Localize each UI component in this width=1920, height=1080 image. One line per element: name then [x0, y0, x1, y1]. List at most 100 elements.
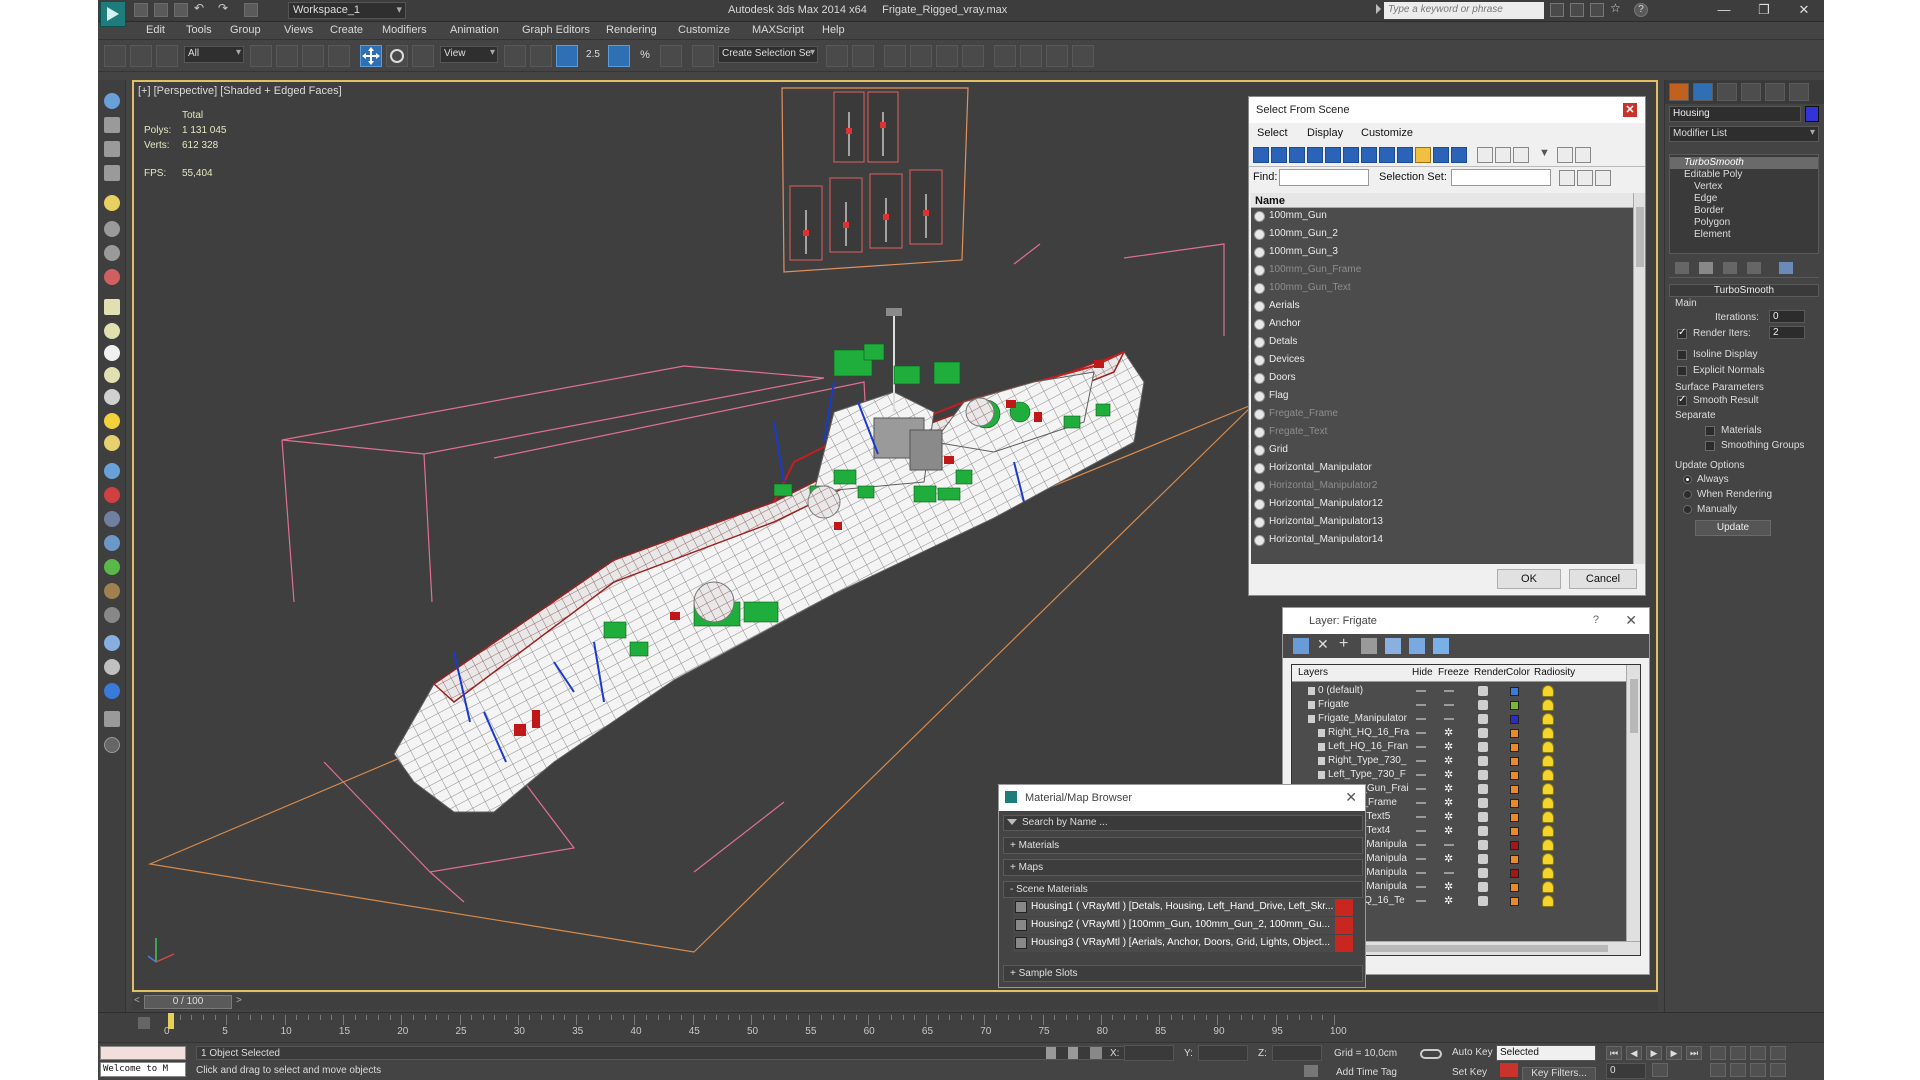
- modify-tab-icon[interactable]: [1693, 83, 1713, 101]
- layer-color-swatch[interactable]: [1510, 701, 1519, 710]
- freeze-toggle[interactable]: ✲: [1444, 824, 1453, 837]
- window-crossing-icon[interactable]: [328, 45, 350, 67]
- modifier-stack-item[interactable]: Border: [1670, 205, 1818, 217]
- y-coord-field[interactable]: [1198, 1045, 1248, 1061]
- show-end-result-icon[interactable]: [1699, 262, 1713, 274]
- cancel-button[interactable]: Cancel: [1569, 569, 1637, 589]
- object-name-input[interactable]: Housing: [1669, 106, 1801, 122]
- align-icon[interactable]: [852, 45, 874, 67]
- update-button[interactable]: Update: [1695, 520, 1771, 536]
- filter-bones-icon[interactable]: [1397, 147, 1413, 163]
- find-input[interactable]: [1279, 169, 1369, 186]
- select-and-move-icon[interactable]: [360, 45, 382, 67]
- select-and-rotate-icon[interactable]: [386, 45, 408, 67]
- spacewarp-icon[interactable]: [101, 266, 123, 288]
- hide-toggle[interactable]: [1416, 690, 1426, 692]
- freeze-toggle[interactable]: ✲: [1444, 796, 1453, 809]
- time-configuration-icon[interactable]: [1652, 1063, 1668, 1077]
- snaps-toggle-icon[interactable]: 2.5: [582, 45, 604, 67]
- list-item[interactable]: Detals: [1251, 334, 1633, 352]
- utilities-tab-icon[interactable]: [1789, 83, 1809, 101]
- current-frame-field[interactable]: 0: [1606, 1063, 1646, 1079]
- list-item[interactable]: Horizontal_Manipulator13: [1251, 514, 1633, 532]
- radiosity-icon[interactable]: [1542, 881, 1554, 893]
- trackbar-filter-icon[interactable]: [138, 1017, 150, 1029]
- modifier-stack-item[interactable]: TurboSmooth: [1670, 157, 1818, 169]
- previous-frame-icon[interactable]: ◀: [1626, 1046, 1642, 1060]
- graphite-tool-icon[interactable]: [101, 90, 123, 112]
- freeze-toggle[interactable]: [1444, 690, 1454, 692]
- freeze-toggle[interactable]: ✲: [1444, 768, 1453, 781]
- layer-color-swatch[interactable]: [1510, 813, 1519, 822]
- freeze-toggle[interactable]: ✲: [1444, 726, 1453, 739]
- redo-icon[interactable]: ↷: [218, 1, 232, 15]
- render-teapot-icon[interactable]: [1478, 714, 1488, 724]
- x-coord-field[interactable]: [1124, 1045, 1174, 1061]
- hide-toggle[interactable]: [1416, 760, 1426, 762]
- menu-animation[interactable]: Animation: [450, 24, 499, 36]
- sfs-options-icon[interactable]: [1575, 147, 1591, 163]
- layer-color-swatch[interactable]: [1510, 743, 1519, 752]
- freeze-toggle[interactable]: ✲: [1444, 880, 1453, 893]
- vray-sphere-icon[interactable]: [101, 632, 123, 654]
- zoom-all-icon[interactable]: [1730, 1046, 1746, 1060]
- menu-create[interactable]: Create: [330, 24, 363, 36]
- col-render[interactable]: Render: [1474, 667, 1507, 678]
- scene-material-housing1[interactable]: Housing1 ( VRayMtl ) [Detals, Housing, L…: [1013, 899, 1353, 916]
- list-item[interactable]: Anchor: [1251, 316, 1633, 334]
- freeze-toggle[interactable]: [1444, 872, 1454, 874]
- render-teapot-icon[interactable]: [1478, 784, 1488, 794]
- list-item[interactable]: Fregate_Text: [1251, 424, 1633, 442]
- render-teapot-icon[interactable]: [1478, 854, 1488, 864]
- radiosity-icon[interactable]: [1542, 755, 1554, 767]
- layer-color-swatch[interactable]: [1510, 785, 1519, 794]
- cone-primitive-icon[interactable]: [101, 386, 123, 408]
- list-item[interactable]: Horizontal_Manipulator: [1251, 460, 1633, 478]
- layer-color-swatch[interactable]: [1510, 757, 1519, 766]
- reference-coord-select[interactable]: View: [440, 46, 498, 63]
- group-scene-materials[interactable]: - Scene Materials: [1003, 881, 1363, 898]
- bind-space-warp-icon[interactable]: [156, 45, 178, 67]
- filter-spacewarps-icon[interactable]: [1343, 147, 1359, 163]
- filter-cameras-icon[interactable]: [1307, 147, 1323, 163]
- filter-geometry-icon[interactable]: [1253, 147, 1269, 163]
- highlight-layer-icon[interactable]: [1385, 638, 1401, 654]
- selection-lock-icon[interactable]: [1068, 1047, 1078, 1059]
- menu-customize[interactable]: Customize: [678, 24, 730, 36]
- subscription-icon[interactable]: [1570, 3, 1584, 17]
- render-teapot-icon[interactable]: [1478, 868, 1488, 878]
- box-primitive-icon[interactable]: [101, 296, 123, 318]
- selection-set-select[interactable]: [1451, 169, 1551, 186]
- favorites-star-icon[interactable]: ☆: [1610, 1, 1624, 15]
- add-time-tag-label[interactable]: Add Time Tag: [1336, 1067, 1397, 1078]
- hair-icon[interactable]: [101, 580, 123, 602]
- filter-shapes-icon[interactable]: [1271, 147, 1287, 163]
- use-pivot-center-icon[interactable]: [504, 45, 526, 67]
- select-and-manipulate-icon[interactable]: [530, 45, 552, 67]
- radiosity-icon[interactable]: [1542, 867, 1554, 879]
- layer-color-swatch[interactable]: [1510, 799, 1519, 808]
- go-to-end-icon[interactable]: ⏭: [1686, 1046, 1702, 1060]
- omni-light-icon[interactable]: [101, 432, 123, 454]
- render-teapot-icon[interactable]: [1478, 742, 1488, 752]
- maximize-viewport-icon[interactable]: [1770, 1063, 1786, 1077]
- create-layer-icon[interactable]: [1293, 638, 1309, 654]
- dynamics-icon[interactable]: [101, 484, 123, 506]
- radiosity-icon[interactable]: [1542, 713, 1554, 725]
- filter-lights-icon[interactable]: [1289, 147, 1305, 163]
- scene-explorer-icon[interactable]: [101, 114, 123, 136]
- render-teapot-icon[interactable]: [1478, 896, 1488, 906]
- filter-xrefs-icon[interactable]: [1379, 147, 1395, 163]
- select-from-scene-close-button[interactable]: ✕: [1623, 103, 1637, 117]
- modifier-stack-item[interactable]: Polygon: [1670, 217, 1818, 229]
- render-setup-icon[interactable]: [1020, 45, 1042, 67]
- hide-toggle[interactable]: [1416, 788, 1426, 790]
- render-teapot-icon[interactable]: [1478, 728, 1488, 738]
- open-file-icon[interactable]: [154, 3, 168, 17]
- scene-material-housing3[interactable]: Housing3 ( VRayMtl ) [Aerials, Anchor, D…: [1013, 935, 1353, 952]
- list-item[interactable]: 100mm_Gun_Text: [1251, 280, 1633, 298]
- sphere-primitive-icon[interactable]: [101, 342, 123, 364]
- hide-toggle[interactable]: [1416, 746, 1426, 748]
- radiosity-icon[interactable]: [1542, 895, 1554, 907]
- save-file-icon[interactable]: [174, 3, 188, 17]
